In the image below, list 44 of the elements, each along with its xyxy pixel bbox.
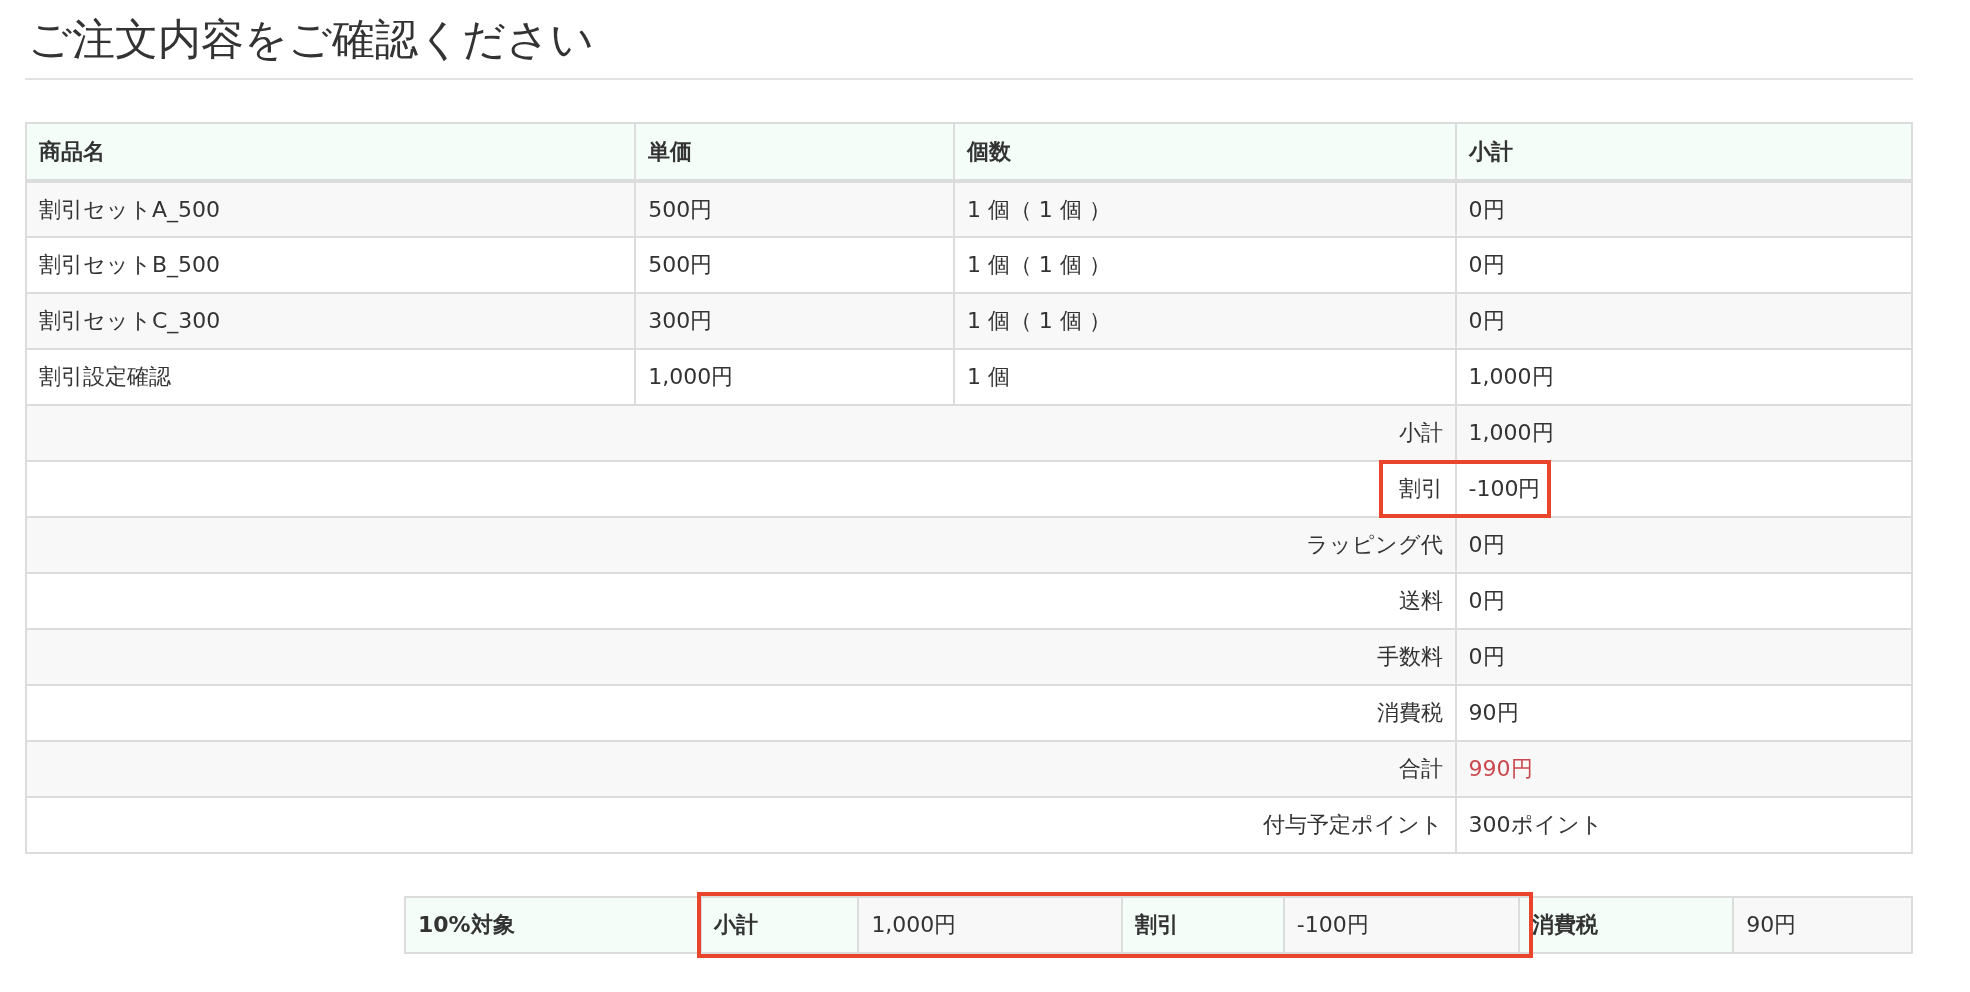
table-cell: 1,000円 — [1455, 348, 1912, 405]
table-cell: 500円 — [635, 180, 954, 237]
page-title: ご注文内容をご確認ください — [28, 13, 595, 66]
summary-label: 小計 — [1398, 420, 1443, 446]
tax-label-cell: 10%対象 — [405, 896, 701, 953]
tax-label-cell: 小計 — [700, 896, 859, 953]
tax-label-cell: 割引 — [1122, 896, 1284, 953]
table-cell: 1 個（ 1 個 ） — [953, 236, 1456, 293]
table-cell: 割引セットA_500 — [26, 180, 636, 237]
summary-value: 0円 — [1468, 644, 1505, 670]
table-cell: 300円 — [635, 292, 954, 349]
summary-label: ラッピング代 — [1305, 532, 1443, 558]
summary-label: 付与予定ポイント — [1262, 812, 1443, 838]
summary-value: -100円 — [1468, 476, 1541, 502]
summary-value: 90円 — [1468, 700, 1519, 726]
table-cell: 割引セットC_300 — [26, 292, 636, 349]
table-cell: 1,000円 — [635, 348, 954, 405]
table-cell: 0円 — [1455, 292, 1912, 349]
summary-label: 合計 — [1398, 756, 1443, 782]
tax-value-cell: 1,000円 — [858, 896, 1122, 953]
table-cell: 割引設定確認 — [26, 348, 636, 405]
table-cell: 1 個 — [953, 348, 1456, 405]
tax-value-cell: -100円 — [1283, 896, 1520, 953]
tax-label-cell: 消費税 — [1519, 896, 1734, 953]
column-header: 小計 — [1455, 122, 1912, 181]
table-cell: 0円 — [1455, 236, 1912, 293]
summary-value: 300ポイント — [1468, 812, 1603, 838]
table-cell: 1 個（ 1 個 ） — [953, 180, 1456, 237]
table-cell: 500円 — [635, 236, 954, 293]
summary-label: 割引 — [1398, 476, 1443, 502]
total-amount: 990円 — [1468, 756, 1533, 782]
summary-value: 1,000円 — [1468, 420, 1554, 446]
column-header: 単価 — [635, 122, 954, 181]
column-header: 個数 — [953, 122, 1456, 181]
table-cell: 割引セットB_500 — [26, 236, 636, 293]
table-cell: 0円 — [1455, 180, 1912, 237]
summary-label: 送料 — [1398, 588, 1443, 614]
summary-label: 手数料 — [1376, 644, 1443, 670]
column-header: 商品名 — [26, 122, 636, 181]
table-cell: 1 個（ 1 個 ） — [953, 292, 1456, 349]
summary-value: 0円 — [1468, 532, 1505, 558]
tax-value-cell: 90円 — [1733, 896, 1912, 953]
summary-label: 消費税 — [1376, 700, 1443, 726]
summary-value: 0円 — [1468, 588, 1505, 614]
